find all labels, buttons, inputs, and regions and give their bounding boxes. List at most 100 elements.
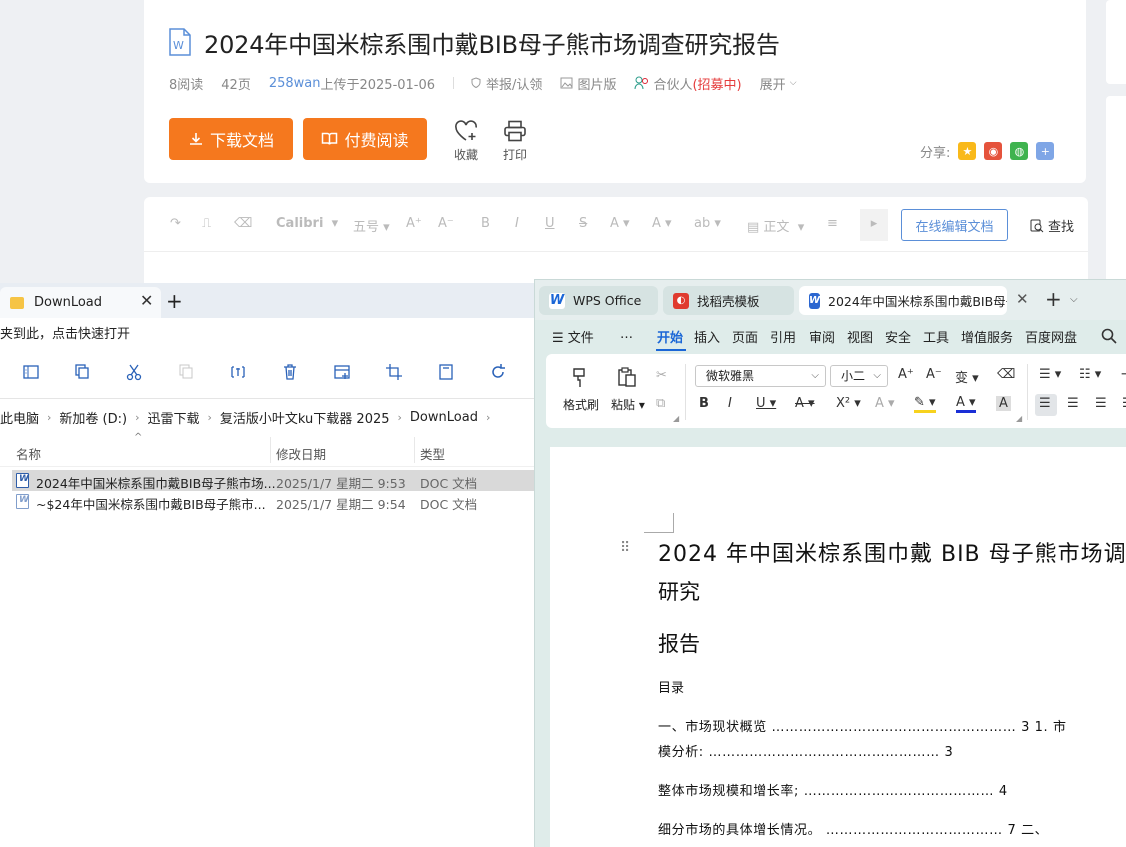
eraser-icon[interactable]: ⌫ xyxy=(234,216,252,231)
breadcrumb-item[interactable]: 迅雷下载 xyxy=(148,408,200,427)
redo-icon[interactable]: ↷ xyxy=(170,216,181,231)
bullet-list-icon[interactable]: ☰ ▾ xyxy=(1039,367,1061,382)
italic-icon[interactable]: I xyxy=(515,216,519,231)
chevron-down-icon[interactable]: ⌵ xyxy=(1070,294,1078,305)
rename-icon[interactable] xyxy=(229,363,247,381)
menu-page[interactable]: 页面 xyxy=(732,327,758,346)
refresh-icon[interactable] xyxy=(489,363,507,381)
font-color-icon[interactable]: A ▾ xyxy=(652,216,672,231)
paste-icon[interactable] xyxy=(616,366,638,388)
format-painter-label[interactable]: 格式刷 xyxy=(563,396,599,413)
grow-font-icon[interactable]: A⁺ xyxy=(898,367,914,382)
star-share-icon[interactable]: ★ xyxy=(958,142,977,160)
strikethrough-icon[interactable]: S xyxy=(579,216,587,231)
menu-more[interactable]: … xyxy=(620,327,633,342)
search-icon[interactable] xyxy=(1100,327,1118,345)
column-type[interactable]: 类型 xyxy=(420,444,445,463)
report-link[interactable]: 举报/认领 xyxy=(470,74,542,93)
new-tab-icon[interactable]: + xyxy=(1045,289,1062,309)
paste-icon-disabled[interactable] xyxy=(177,363,195,381)
style-select[interactable]: ▤ 正文 ▾ xyxy=(747,216,804,235)
copy-icon[interactable] xyxy=(73,363,91,381)
menu-start[interactable]: 开始 xyxy=(657,327,683,346)
align-left-icon[interactable]: ☰ xyxy=(1039,396,1051,411)
column-divider[interactable] xyxy=(270,437,271,463)
font-color-icon[interactable]: A ▾ xyxy=(956,396,976,413)
menu-view[interactable]: 视图 xyxy=(847,327,873,346)
online-edit-button[interactable]: 在线编辑文档 xyxy=(901,209,1008,241)
new-tab-icon[interactable]: + xyxy=(166,291,183,311)
bold-icon[interactable]: B xyxy=(481,216,490,231)
more-share-icon[interactable]: + xyxy=(1036,142,1055,160)
text-effect-icon[interactable]: A ▾ xyxy=(875,396,895,411)
close-tab-icon[interactable]: ✕ xyxy=(1016,292,1029,307)
grow-font-icon[interactable]: A⁺ xyxy=(406,216,422,231)
details-pane-icon[interactable] xyxy=(22,363,40,381)
font-name-select[interactable]: 微软雅黑 ⌵ xyxy=(695,365,826,387)
menu-security[interactable]: 安全 xyxy=(885,327,911,346)
format-painter-icon[interactable] xyxy=(569,366,591,388)
phonetic-guide-icon[interactable]: 变 ▾ xyxy=(955,367,979,386)
uploader-link[interactable]: 258wan xyxy=(269,76,321,91)
numbered-list-icon[interactable]: ☷ ▾ xyxy=(1079,367,1101,382)
delete-icon[interactable] xyxy=(281,363,299,381)
tab-document[interactable]: W 2024年中国米棕系围巾戴BIB母子熊 xyxy=(799,286,1007,315)
download-button[interactable]: 下载文档 xyxy=(169,118,293,160)
expand-toggle[interactable]: 展开 ⌵ xyxy=(760,74,797,93)
expand-launcher-icon[interactable]: ◢ xyxy=(673,414,679,423)
format-painter-icon[interactable]: ⎍ xyxy=(202,216,211,231)
document-page[interactable]: ⠿ 2024 年中国米棕系围巾戴 BIB 母子熊市场调 研究 报告 目录 一、市… xyxy=(550,447,1126,847)
expand-launcher-icon[interactable]: ◢ xyxy=(1016,414,1022,423)
align-right-icon[interactable]: ☰ xyxy=(1095,396,1107,411)
underline-icon[interactable]: U xyxy=(545,216,555,231)
highlight-icon[interactable]: ab ▾ xyxy=(694,216,721,231)
text-effect-icon[interactable]: A ▾ xyxy=(610,216,630,231)
font-size-select[interactable]: 小二 ⌵ xyxy=(830,365,888,387)
justify-icon[interactable]: ☰ xyxy=(1122,396,1126,411)
bold-icon[interactable]: B xyxy=(699,396,709,411)
file-row[interactable]: ~$24年中国米棕系围巾戴BIB母子熊市... 2025/1/7 星期二 9:5… xyxy=(12,491,534,512)
italic-icon[interactable]: I xyxy=(728,396,732,411)
print-button[interactable]: 打印 xyxy=(495,120,535,163)
explorer-tab-download[interactable]: DownLoad xyxy=(0,287,161,318)
align-icon[interactable]: ≡ xyxy=(827,216,838,231)
find-button[interactable]: 查找 xyxy=(1030,216,1074,235)
underline-icon[interactable]: U ▾ xyxy=(756,396,776,411)
menu-baidu-netdisk[interactable]: 百度网盘 xyxy=(1025,327,1077,346)
pay-read-button[interactable]: 付费阅读 xyxy=(303,118,427,160)
partner-link[interactable]: 合伙人 (招募中) xyxy=(634,74,742,93)
toolbar-more-icon[interactable]: ▸ xyxy=(860,209,888,241)
wechat-share-icon[interactable]: ◍ xyxy=(1010,142,1029,160)
menu-references[interactable]: 引用 xyxy=(770,327,796,346)
breadcrumb-item[interactable]: 新加卷 (D:) xyxy=(59,408,127,427)
close-tab-icon[interactable]: ✕ xyxy=(140,293,153,309)
breadcrumb-item[interactable]: 此电脑 xyxy=(0,408,39,427)
favorite-button[interactable]: 收藏 xyxy=(446,120,486,163)
shrink-font-icon[interactable]: A⁻ xyxy=(926,367,942,382)
align-center-icon[interactable]: ☰ xyxy=(1067,396,1079,411)
drag-handle-icon[interactable]: ⠿ xyxy=(620,540,630,556)
menu-insert[interactable]: 插入 xyxy=(694,327,720,346)
image-version-link[interactable]: 图片版 xyxy=(560,74,616,93)
cut-icon[interactable]: ✂ xyxy=(656,368,667,383)
font-size-select[interactable]: 五号 ▾ xyxy=(353,216,390,235)
superscript-icon[interactable]: X² ▾ xyxy=(836,396,861,411)
font-select[interactable]: Calibri ▾ xyxy=(276,216,338,231)
shrink-font-icon[interactable]: A⁻ xyxy=(438,216,454,231)
column-modified[interactable]: 修改日期 xyxy=(276,444,326,463)
breadcrumb-item[interactable]: DownLoad xyxy=(410,410,478,425)
column-name[interactable]: 名称 xyxy=(16,444,41,463)
menu-tools[interactable]: 工具 xyxy=(923,327,949,346)
menu-review[interactable]: 审阅 xyxy=(809,327,835,346)
crop-icon[interactable] xyxy=(385,363,403,381)
archive-icon[interactable] xyxy=(437,363,455,381)
column-divider[interactable] xyxy=(414,437,415,463)
menu-file[interactable]: ☰ 文件 xyxy=(552,327,594,346)
breadcrumb-item[interactable]: 复活版小叶文ku下载器 2025 xyxy=(220,408,390,427)
new-item-icon[interactable] xyxy=(333,363,351,381)
highlight-icon[interactable]: ✎ ▾ xyxy=(914,396,936,413)
tab-templates[interactable]: ◐ 找稻壳模板 xyxy=(663,286,794,315)
clear-format-icon[interactable]: ⌫ xyxy=(997,367,1015,382)
menu-value-added[interactable]: 增值服务 xyxy=(961,327,1013,346)
tab-wps-home[interactable]: W WPS Office xyxy=(539,286,658,315)
